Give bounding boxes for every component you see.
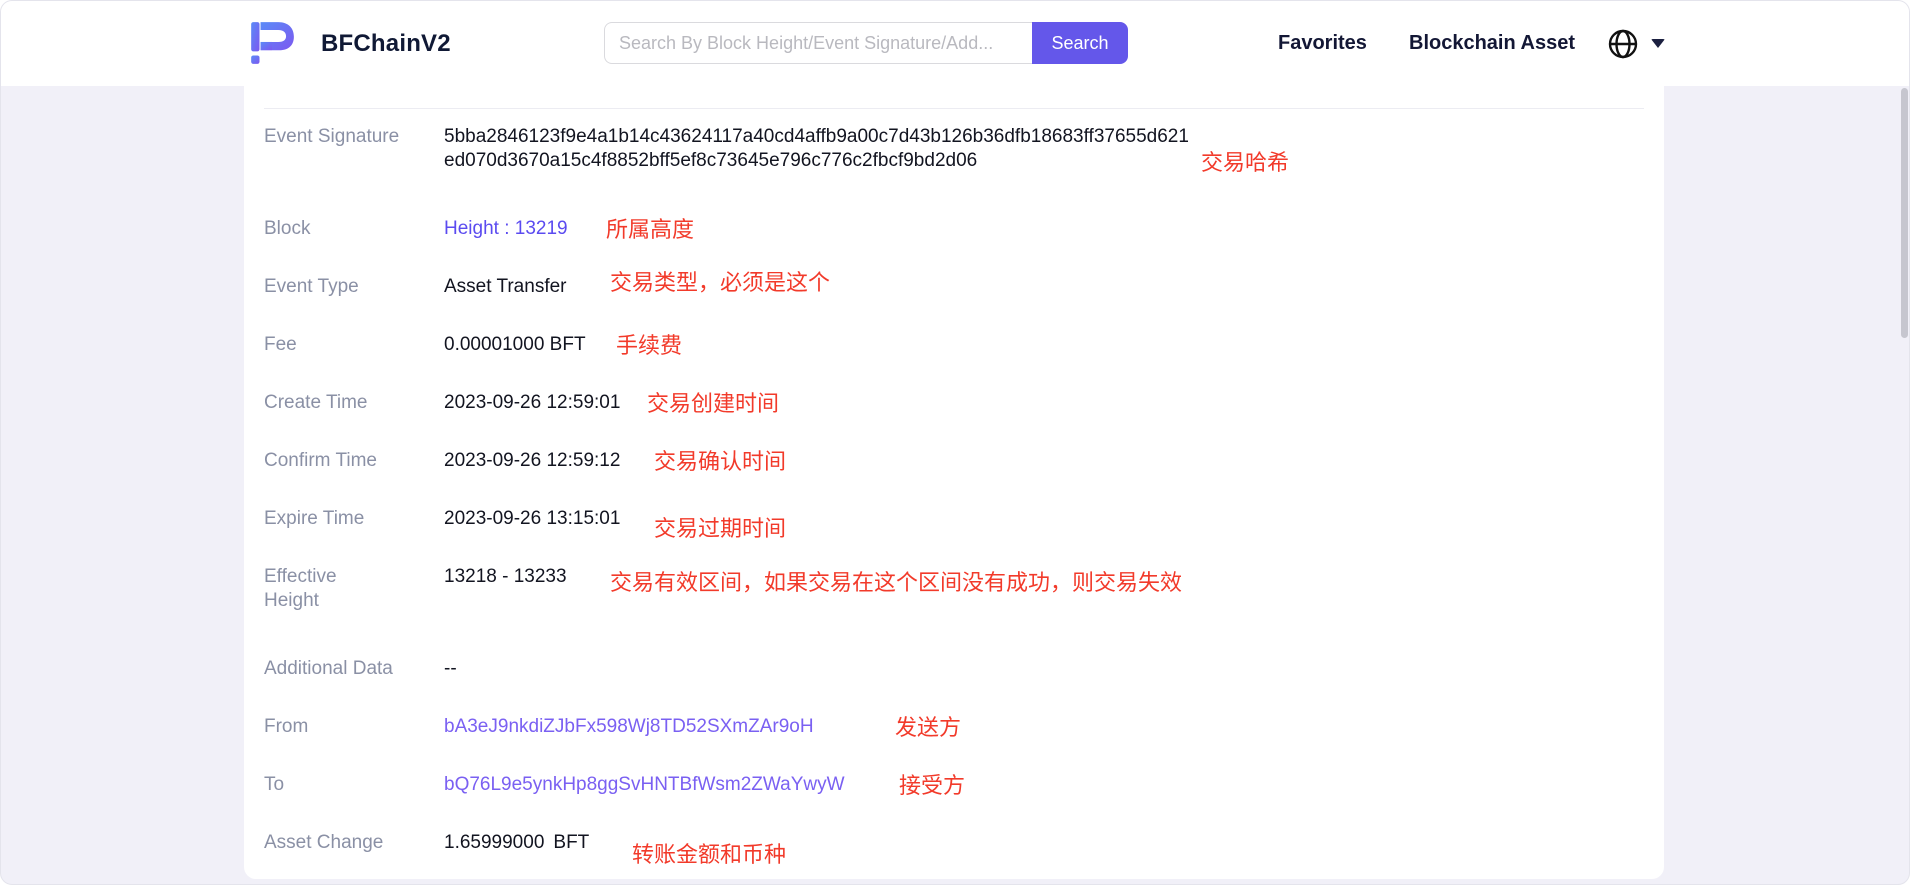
row-event-type: Event Type Asset Transfer 交易类型，必须是这个 — [264, 258, 1644, 316]
effective-height-value: 13218 - 13233 — [444, 566, 567, 587]
field-label: Event Signature — [264, 126, 400, 147]
event-type-value: Asset Transfer — [444, 276, 567, 297]
language-switcher[interactable] — [1607, 1, 1665, 86]
from-address-link[interactable]: bA3eJ9nkdiZJbFx598Wj8TD52SXmZAr9oH — [444, 715, 814, 739]
field-label: Create Time — [264, 392, 368, 413]
row-fee: Fee 0.00001000 BFT 手续费 — [264, 316, 1644, 374]
asset-change-unit: BFT — [553, 832, 590, 853]
field-label: From — [264, 716, 309, 737]
annotation-tx-hash: 交易哈希 — [1201, 150, 1290, 175]
search-bar: Search — [604, 22, 1128, 64]
expire-time-value: 2023-09-26 13:15:01 — [444, 508, 621, 529]
annotation-confirm-time: 交易确认时间 — [654, 449, 787, 474]
field-label: Block — [264, 218, 311, 239]
to-address-link[interactable]: bQ76L9e5ynkHp8ggSvHNTBfWsm2ZWaYwyW — [444, 773, 845, 797]
asset-change-value: 1.65999000 BFT — [444, 832, 590, 853]
field-label: Confirm Time — [264, 450, 377, 471]
annotation-from: 发送方 — [895, 715, 962, 740]
row-asset-change: Asset Change 1.65999000 BFT 转账金额和币种 — [264, 814, 1644, 872]
field-label: Additional Data — [264, 658, 393, 679]
chevron-down-icon — [1651, 39, 1665, 48]
search-button[interactable]: Search — [1032, 22, 1128, 64]
nav-favorites[interactable]: Favorites — [1278, 1, 1367, 86]
search-input[interactable] — [604, 22, 1032, 64]
annotation-expire-time: 交易过期时间 — [654, 516, 787, 541]
field-label: Effective Height — [264, 566, 337, 611]
top-header: BFChainV2 Search Favorites Blockchain As… — [1, 1, 1909, 86]
row-from: From bA3eJ9nkdiZJbFx598Wj8TD52SXmZAr9oH … — [264, 698, 1644, 756]
annotation-asset-change: 转账金额和币种 — [632, 842, 787, 867]
bfchain-logo-icon — [251, 22, 294, 64]
create-time-value: 2023-09-26 12:59:01 — [444, 392, 621, 413]
row-event-signature: Event Signature 5bba2846123f9e4a1b14c436… — [264, 109, 1644, 200]
field-label: To — [264, 774, 285, 795]
row-additional-data: Additional Data -- — [264, 640, 1644, 698]
field-label: Asset Change — [264, 832, 384, 853]
field-label: Expire Time — [264, 508, 365, 529]
event-detail-card: Event Signature 5bba2846123f9e4a1b14c436… — [244, 86, 1664, 879]
app-window: BFChainV2 Search Favorites Blockchain As… — [0, 0, 1910, 885]
block-height-link[interactable]: Height : 13219 — [444, 217, 568, 241]
row-block: Block Height : 13219 所属高度 — [264, 200, 1644, 258]
annotation-create-time: 交易创建时间 — [647, 391, 780, 416]
row-create-time: Create Time 2023-09-26 12:59:01 交易创建时间 — [264, 374, 1644, 432]
fee-value: 0.00001000 BFT — [444, 334, 586, 355]
event-signature-value: 5bba2846123f9e4a1b14c43624117a40cd4affb9… — [444, 126, 1189, 171]
row-confirm-time: Confirm Time 2023-09-26 12:59:12 交易确认时间 — [264, 432, 1644, 490]
vertical-scrollbar[interactable] — [1901, 88, 1908, 338]
annotation-to: 接受方 — [899, 773, 966, 798]
field-label: Event Type — [264, 276, 359, 297]
annotation-block-height: 所属高度 — [606, 217, 695, 242]
brand-name: BFChainV2 — [321, 29, 451, 57]
row-effective-height: Effective Height 13218 - 13233 交易有效区间，如果… — [264, 548, 1644, 640]
additional-data-value: -- — [444, 658, 457, 679]
annotation-effective-height: 交易有效区间，如果交易在这个区间没有成功，则交易失效 — [610, 570, 1183, 595]
annotation-event-type: 交易类型，必须是这个 — [610, 270, 831, 295]
confirm-time-value: 2023-09-26 12:59:12 — [444, 450, 621, 471]
field-label: Fee — [264, 334, 297, 355]
annotation-fee: 手续费 — [616, 333, 683, 358]
globe-icon — [1608, 29, 1638, 58]
row-to: To bQ76L9e5ynkHp8ggSvHNTBfWsm2ZWaYwyW 接受… — [264, 756, 1644, 814]
nav-blockchain-asset[interactable]: Blockchain Asset — [1409, 1, 1575, 86]
row-expire-time: Expire Time 2023-09-26 13:15:01 交易过期时间 — [264, 490, 1644, 548]
